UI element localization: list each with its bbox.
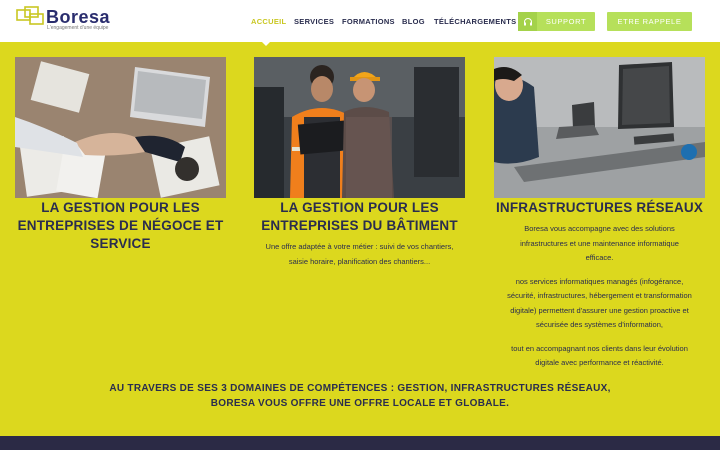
card-desc-line: infrastructures et une maintenance infor… [520, 238, 679, 248]
active-nav-indicator [260, 40, 272, 46]
nav-item-telechargements[interactable]: TÉLÉCHARGEMENTS [434, 17, 516, 26]
competences-summary: AU TRAVERS DE SES 3 DOMAINES DE COMPÉTEN… [60, 381, 660, 411]
card-desc-batiment: Une offre adaptée à votre métier : suivi… [254, 240, 465, 269]
brand-logo[interactable]: Boresa L'engagement d'une équipe [16, 5, 121, 33]
card-desc-line: saisie horaire, planification des chanti… [288, 256, 431, 266]
card-title-line: LA GESTION POUR LES [41, 200, 200, 215]
brand-tagline: L'engagement d'une équipe [47, 25, 109, 31]
nav-item-blog[interactable]: BLOG [402, 17, 425, 26]
card-title-infrastructures: INFRASTRUCTURES RÉSEAUX [494, 199, 705, 217]
card-title-line: ENTREPRISES DE NÉGOCE ET [17, 218, 224, 233]
card-title-line: ENTREPRISES DU BÂTIMENT [261, 218, 458, 233]
card-image-negoce [15, 57, 226, 198]
construction-workers-laptop-photo [254, 57, 465, 198]
footer-bar [0, 436, 720, 450]
card-desc-line: nos services informatiques managés (info… [515, 276, 684, 286]
card-desc-line: Une offre adaptée à votre métier : suivi… [265, 242, 454, 251]
headset-icon [518, 12, 537, 31]
handshake-office-photo [15, 57, 226, 198]
nav-item-services[interactable]: SERVICES [294, 17, 334, 26]
card-desc-line: tout en accompagnant nos clients dans le… [511, 343, 688, 353]
summary-line: BORESA VOUS OFFRE UNE OFFRE LOCALE ET GL… [210, 398, 510, 409]
card-desc-line: digitale) permettent d'assurer une gesti… [510, 305, 689, 315]
card-desc-line: sécurisée des systèmes d'information, [536, 320, 663, 329]
site-header: Boresa L'engagement d'une équipe ACCUEIL… [0, 0, 720, 42]
card-desc-line: sécurité, infrastructures, hébergement e… [507, 291, 692, 300]
card-desc-line: efficace. [585, 253, 614, 262]
card-title-negoce: LA GESTION POUR LES ENTREPRISES DE NÉGOC… [15, 199, 226, 253]
card-title-line: LA GESTION POUR LES [280, 200, 439, 215]
logo-mark-icon [16, 6, 44, 25]
card-image-infrastructures [494, 57, 705, 198]
card-title-batiment: LA GESTION POUR LES ENTREPRISES DU BÂTIM… [254, 199, 465, 235]
card-desc-line: digitale avec performance et réactivité. [535, 358, 664, 367]
nav-item-accueil[interactable]: ACCUEIL [251, 17, 286, 26]
card-desc-infrastructures: Boresa vous accompagne avec des solution… [490, 222, 709, 371]
nav-item-formations[interactable]: FORMATIONS [342, 17, 395, 26]
callback-button[interactable]: ETRE RAPPELE [607, 12, 692, 31]
support-button[interactable]: SUPPORT [518, 12, 595, 31]
support-label: SUPPORT [545, 17, 587, 26]
card-image-batiment [254, 57, 465, 198]
summary-line: AU TRAVERS DE SES 3 DOMAINES DE COMPÉTEN… [109, 383, 611, 394]
card-title-line: SERVICE [90, 236, 151, 251]
card-desc-line: Boresa vous accompagne avec des solution… [524, 224, 675, 233]
it-workstation-photo [494, 57, 705, 198]
card-title-line: INFRASTRUCTURES RÉSEAUX [495, 200, 704, 215]
